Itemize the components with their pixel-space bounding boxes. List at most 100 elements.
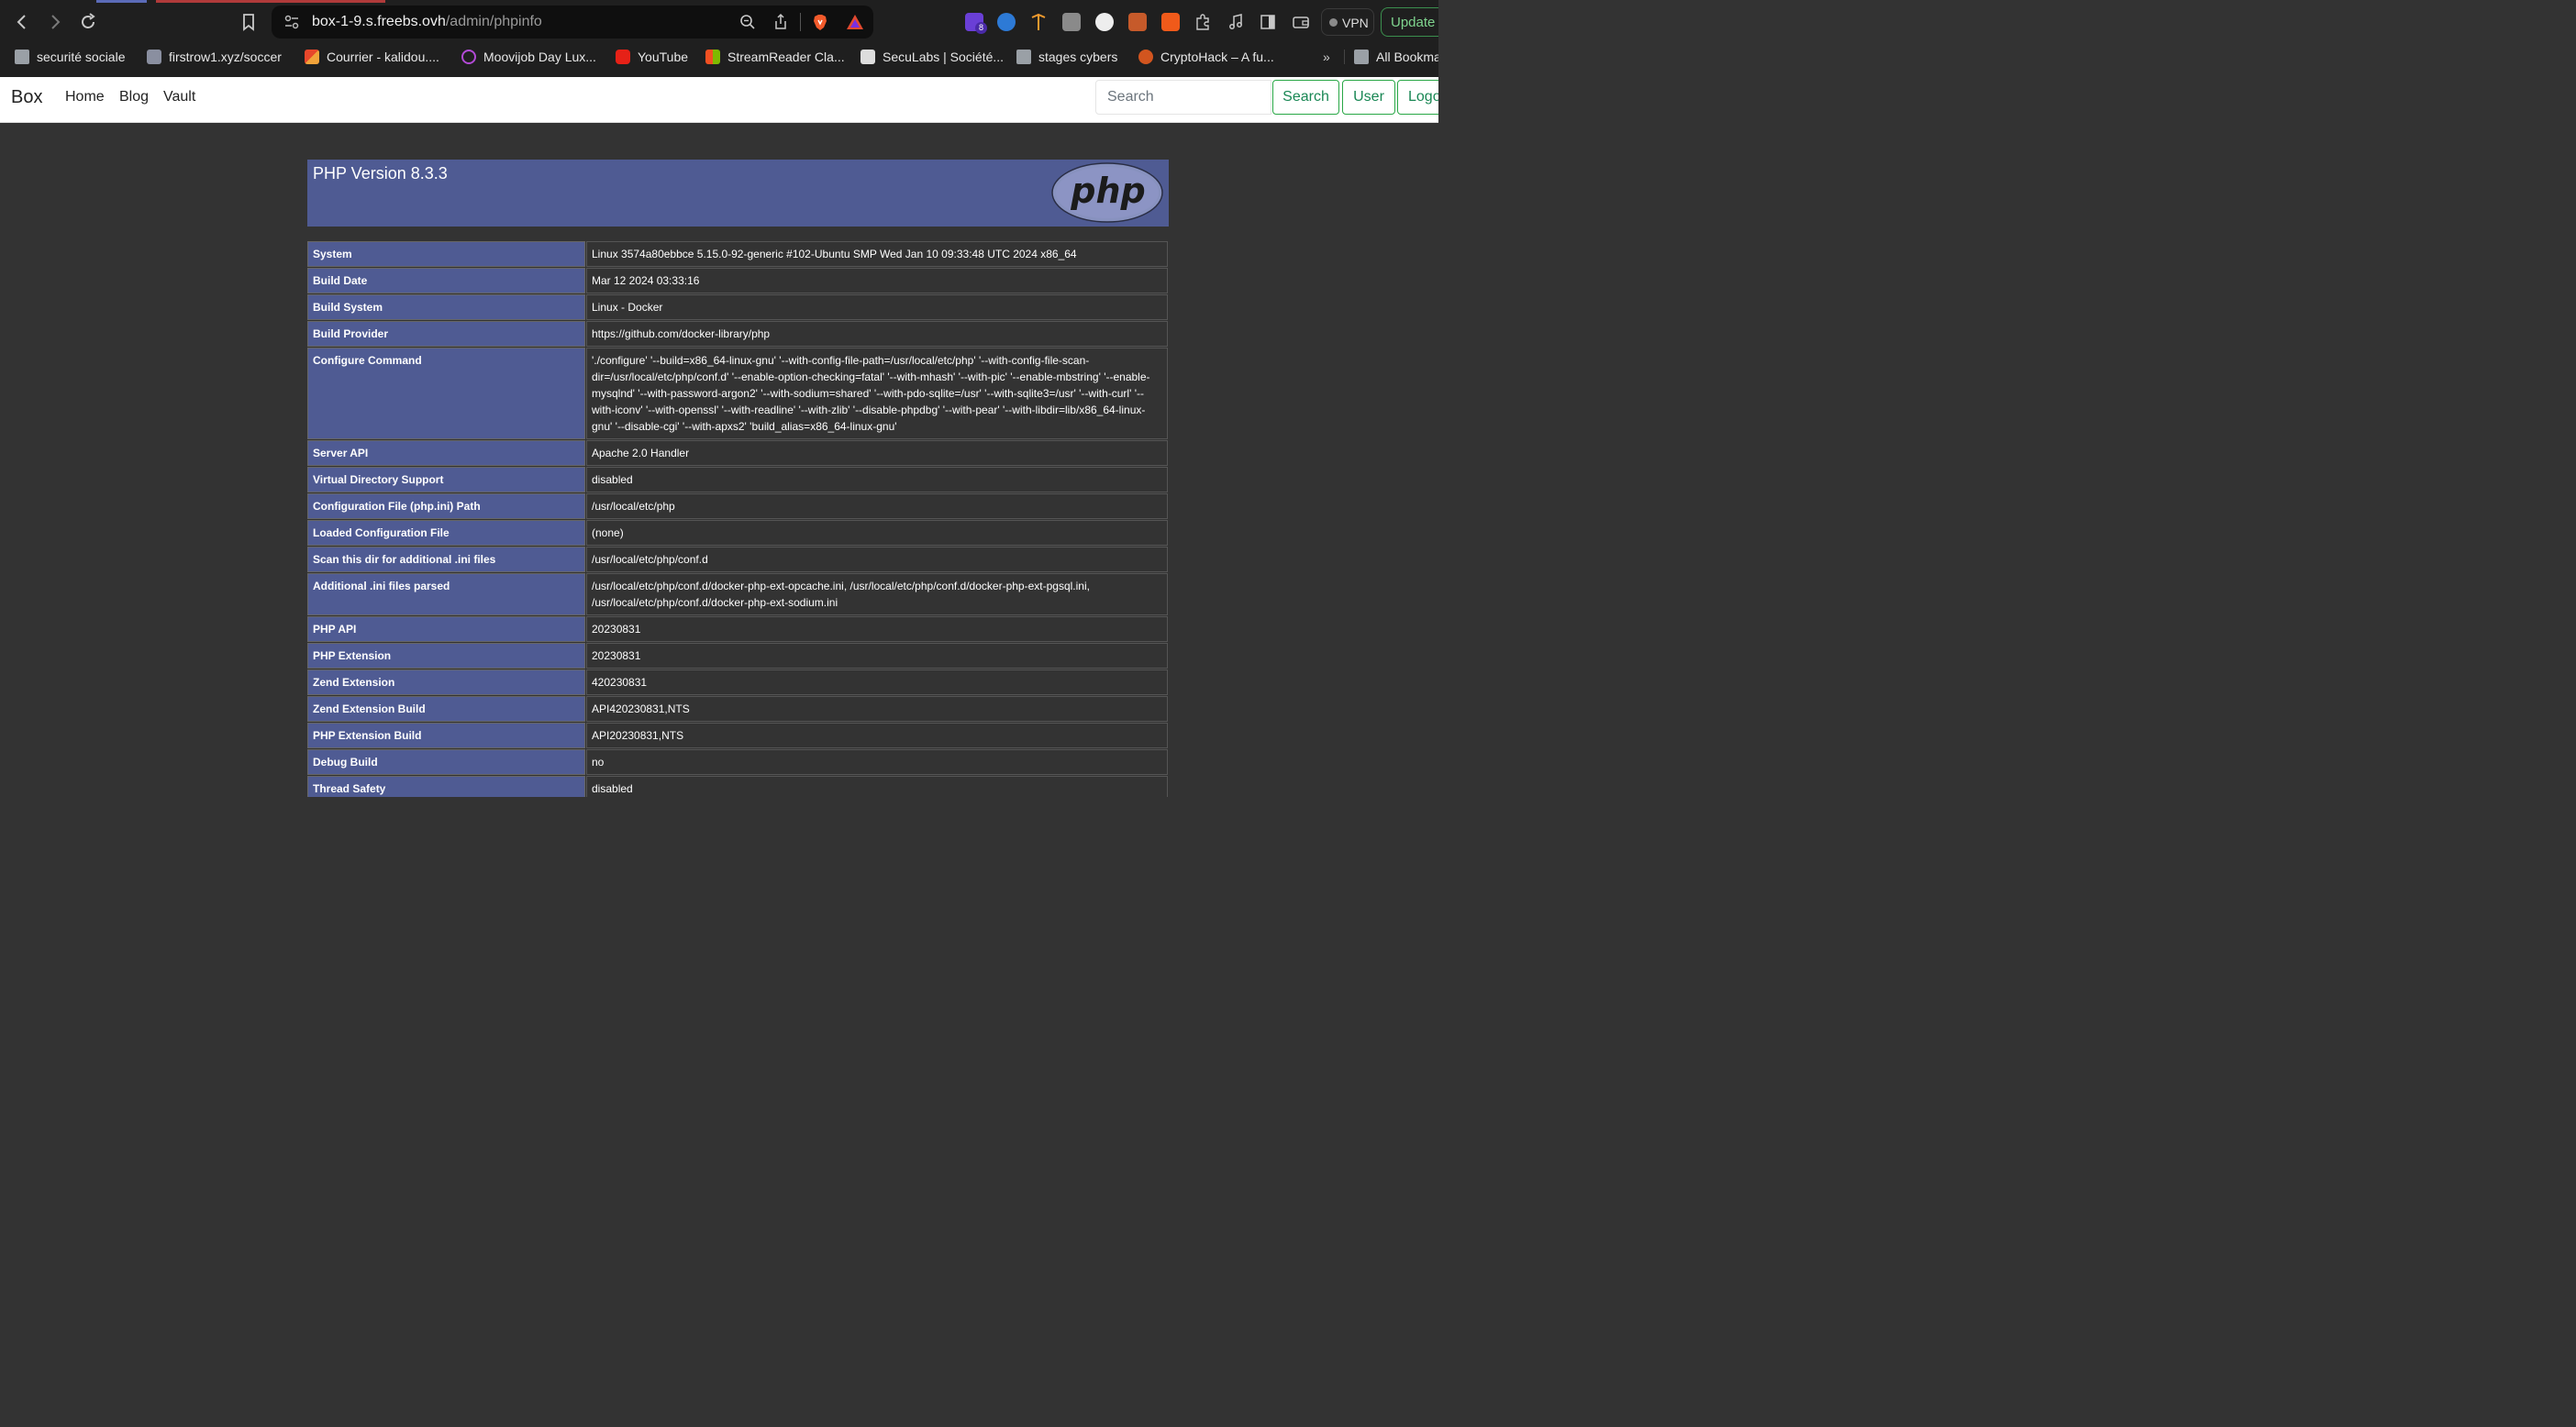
row-value: /usr/local/etc/php [586, 493, 1168, 519]
all-bookmarks-button[interactable]: All Bookmarks [1354, 44, 1438, 70]
page-content: PHP Version 8.3.3 php System Linux 3574a8… [0, 123, 1438, 797]
folder-icon [1354, 50, 1369, 65]
nav-vault-link[interactable]: Vault [163, 77, 195, 117]
row-key: Configuration File (php.ini) Path [307, 493, 585, 519]
zoom-icon[interactable] [738, 13, 757, 31]
row-key: Configure Command [307, 348, 585, 439]
row-key: Build System [307, 294, 585, 320]
row-key: Scan this dir for additional .ini files [307, 547, 585, 572]
extension-panda-icon[interactable] [1095, 13, 1114, 31]
row-key: PHP Extension Build [307, 723, 585, 748]
bookmark-firstrow[interactable]: firstrow1.xyz/soccer [147, 44, 282, 70]
folder-icon [1016, 50, 1031, 65]
address-bar[interactable]: box-1-9.s.freebs.ovh/admin/phpinfo [272, 6, 873, 39]
bookmark-youtube[interactable]: YouTube [616, 44, 688, 70]
brave-shields-icon[interactable] [811, 13, 829, 31]
row-key: PHP Extension [307, 643, 585, 669]
bookmark-label: stages cybers [1038, 50, 1118, 64]
media-music-icon[interactable] [1227, 13, 1245, 31]
row-value: Mar 12 2024 03:33:16 [586, 268, 1168, 293]
url-host: box-1-9.s.freebs.ovh [312, 14, 446, 29]
mail-favicon-icon [305, 50, 319, 65]
table-row: Debug Build no [307, 749, 1168, 775]
php-version-title: PHP Version 8.3.3 [313, 164, 448, 183]
bookmark-stages-cybers[interactable]: stages cybers [1016, 44, 1117, 70]
row-value: 20230831 [586, 616, 1168, 642]
moovijob-favicon-icon [461, 50, 476, 65]
update-label: Update [1391, 15, 1436, 30]
nav-home-link[interactable]: Home [65, 77, 105, 117]
table-row: Configuration File (php.ini) Path/usr/lo… [307, 493, 1168, 519]
vpn-button[interactable]: VPN [1321, 8, 1374, 36]
bookmark-page-button[interactable] [238, 11, 260, 33]
row-key: Zend Extension [307, 669, 585, 695]
bookmark-securite-sociale[interactable]: securité sociale [15, 44, 126, 70]
row-key: Build Date [307, 268, 585, 293]
table-row: Loaded Configuration File (none) [307, 520, 1168, 546]
bookmark-label: Moovijob Day Lux... [483, 50, 596, 64]
site-settings-icon[interactable] [283, 13, 301, 31]
row-key: Zend Extension Build [307, 696, 585, 722]
reload-button[interactable] [77, 11, 99, 33]
row-value: './configure' '--build=x86_64-linux-gnu'… [586, 348, 1168, 439]
row-value: API20230831,NTS [586, 723, 1168, 748]
extension-badge: 8 [975, 22, 987, 34]
brave-rewards-icon[interactable] [846, 13, 864, 31]
table-row: Zend Extension 420230831 [307, 669, 1168, 695]
bookmark-courrier[interactable]: Courrier - kalidou.... [305, 44, 439, 70]
bookmark-label: StreamReader Cla... [727, 50, 845, 64]
vpn-label: VPN [1342, 16, 1369, 30]
site-brand[interactable]: Box [11, 77, 42, 117]
bookmark-seculabs[interactable]: SecuLabs | Société... [861, 44, 1004, 70]
address-divider [800, 13, 801, 31]
extensions-puzzle-icon[interactable] [1194, 13, 1212, 31]
chevron-right-icon [51, 15, 61, 29]
row-key: Debug Build [307, 749, 585, 775]
wallet-icon[interactable] [1292, 13, 1310, 31]
bookmarks-divider [1344, 50, 1345, 64]
bookmark-label: SecuLabs | Société... [883, 50, 1005, 64]
table-row: Virtual Directory Support disabled [307, 467, 1168, 492]
table-row: PHP Extension 20230831 [307, 643, 1168, 669]
phpinfo-table: System Linux 3574a80ebbce 5.15.0-92-gener… [306, 240, 1169, 797]
bookmark-moovijob[interactable]: Moovijob Day Lux... [461, 44, 596, 70]
search-input[interactable] [1095, 80, 1271, 115]
extension-bolt-icon[interactable] [1161, 13, 1180, 31]
logout-button[interactable]: Logout [1397, 80, 1438, 115]
table-row: Configure Command './configure' '--build=… [307, 348, 1168, 439]
row-key: Additional .ini files parsed [307, 573, 585, 615]
bookmark-label: CryptoHack – A fu... [1160, 50, 1274, 64]
search-button[interactable]: Search [1272, 80, 1339, 115]
row-key: Virtual Directory Support [307, 467, 585, 492]
bookmark-streamreader[interactable]: StreamReader Cla... [705, 44, 845, 70]
tab-indicator [156, 0, 385, 3]
update-button[interactable]: Update [1381, 7, 1438, 37]
row-value: API420230831,NTS [586, 696, 1168, 722]
user-button[interactable]: User [1342, 80, 1395, 115]
bookmarks-bar: securité sociale firstrow1.xyz/soccer Co… [0, 44, 1438, 78]
nav-blog-link[interactable]: Blog [119, 77, 149, 117]
bookmark-icon [243, 14, 254, 31]
url-path: /admin/phpinfo [445, 14, 542, 29]
table-row: Additional .ini files parsed/usr/local/e… [307, 573, 1168, 615]
row-value: (none) [586, 520, 1168, 546]
bookmark-label: YouTube [638, 50, 689, 64]
share-icon[interactable] [772, 13, 790, 31]
extension-blue-icon[interactable] [997, 13, 1016, 31]
row-value: Apache 2.0 Handler [586, 440, 1168, 466]
back-button[interactable] [11, 11, 33, 33]
forward-button[interactable] [44, 11, 66, 33]
extension-arrow-icon[interactable] [1029, 13, 1048, 31]
extension-cookie-icon[interactable] [1128, 13, 1147, 31]
bookmarks-overflow-button[interactable]: » [1323, 44, 1330, 70]
url-text[interactable]: box-1-9.s.freebs.ovh/admin/phpinfo [312, 6, 542, 39]
row-value: disabled [586, 467, 1168, 492]
bookmark-cryptohack[interactable]: CryptoHack – A fu... [1138, 44, 1274, 70]
row-value: Linux 3574a80ebbce 5.15.0-92-generic #10… [586, 241, 1168, 267]
extension-wappalyzer-icon[interactable]: 8 [965, 13, 987, 34]
extension-copy-icon[interactable] [1062, 13, 1081, 31]
sidebar-toggle-icon[interactable] [1259, 13, 1277, 31]
table-row: Build Date Mar 12 2024 03:33:16 [307, 268, 1168, 293]
youtube-favicon-icon [616, 50, 630, 65]
chevron-left-icon [17, 15, 26, 29]
